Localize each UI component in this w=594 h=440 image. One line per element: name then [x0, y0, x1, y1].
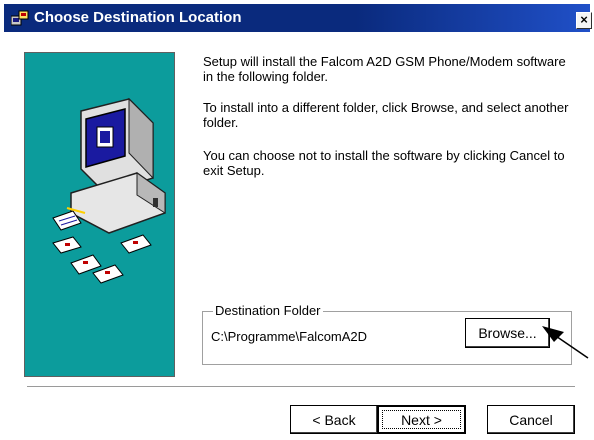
focus-rectangle [382, 410, 461, 429]
floppy-disk-icon [52, 234, 152, 284]
window-title: Choose Destination Location [34, 9, 242, 26]
divider [27, 386, 575, 388]
computer-monitor-icon [70, 97, 166, 234]
pointer-arrow-icon [542, 326, 589, 359]
browse-instruction-text: To install into a different folder, clic… [203, 100, 569, 130]
title-bar: Choose Destination Location × [4, 4, 592, 32]
install-location-text: Setup will install the Falcom A2D GSM Ph… [203, 54, 566, 84]
cancel-button-label: Cancel [509, 412, 553, 428]
setup-dialog-window: Choose Destination Location × Setup will… [0, 0, 592, 440]
close-icon: × [580, 12, 588, 27]
destination-folder-label: Destination Folder [213, 303, 323, 318]
notepad-pen-icon [52, 207, 86, 231]
destination-path: C:\Programme\FalcomA2D [211, 329, 368, 344]
setup-illustration-panel [24, 52, 175, 377]
back-button[interactable]: < Back [290, 405, 378, 434]
cancel-button[interactable]: Cancel [487, 405, 575, 434]
browse-button-label: Browse... [478, 325, 537, 341]
setup-installer-icon [10, 10, 29, 26]
cancel-instruction-text: You can choose not to install the softwa… [203, 148, 565, 178]
close-button[interactable]: × [576, 12, 592, 29]
back-button-label: < Back [312, 412, 356, 428]
next-button[interactable]: Next > [377, 405, 466, 434]
